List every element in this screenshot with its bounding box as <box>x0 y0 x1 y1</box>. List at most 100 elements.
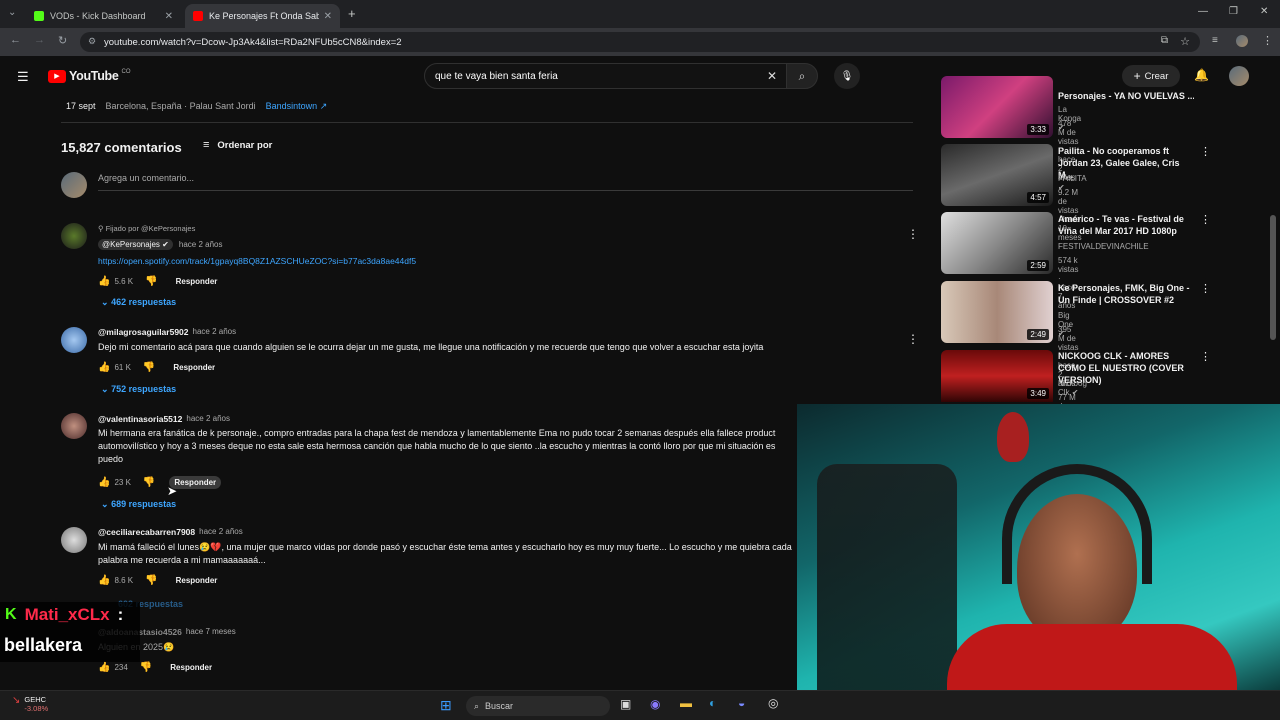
comment-time[interactable]: hace 2 años <box>186 414 230 424</box>
account-avatar[interactable] <box>1229 66 1249 86</box>
notifications-bell-icon[interactable]: 🔔 <box>1194 68 1209 82</box>
video-thumbnail[interactable]: 2:59 <box>941 212 1053 274</box>
taskbar-search[interactable]: ⌕ Buscar <box>466 696 610 716</box>
youtube-play-icon: ▶ <box>48 69 66 83</box>
edge-icon[interactable]: ◐ <box>709 696 716 710</box>
comment-avatar[interactable] <box>61 413 87 439</box>
author-chip[interactable]: @KePersonajes ✔ <box>98 239 173 250</box>
file-explorer-icon[interactable]: ▬ <box>680 696 692 710</box>
video-thumbnail[interactable]: 3:33 <box>941 76 1053 138</box>
like-icon[interactable]: 👍 <box>98 362 110 373</box>
site-info-icon[interactable]: ⚙ <box>88 36 96 47</box>
like-icon[interactable]: 👍 <box>98 477 110 488</box>
reply-button[interactable]: Responder <box>169 476 222 489</box>
maximize-icon[interactable]: ❐ <box>1229 6 1238 17</box>
tab-youtube[interactable]: Ke Personajes Ft Onda Sabane ✕ <box>185 4 340 28</box>
like-icon[interactable]: 👍 <box>98 276 110 287</box>
comment-time[interactable]: hace 2 años <box>193 327 237 337</box>
comment-menu-icon[interactable]: ⋮ <box>907 332 919 346</box>
video-thumbnail[interactable]: 3:49 <box>941 350 1053 402</box>
hamburger-menu-icon[interactable]: ☰ <box>17 69 29 85</box>
install-app-icon[interactable]: ⧉ <box>1161 35 1168 46</box>
voice-search-button[interactable]: 🎙 <box>834 63 860 89</box>
discord-icon[interactable]: ◒ <box>738 696 745 710</box>
new-tab-icon[interactable]: + <box>348 6 356 21</box>
video-menu-icon[interactable]: ⋮ <box>1200 145 1211 158</box>
video-title[interactable]: Personajes - YA NO VUELVAS ... <box>1058 90 1194 102</box>
clear-search-icon[interactable]: ✕ <box>767 69 777 83</box>
comment-author[interactable]: @valentinasoria5512 <box>98 414 182 424</box>
video-title[interactable]: Américo - Te vas - Festival de Viña del … <box>1058 213 1194 237</box>
add-comment-input[interactable]: Agrega un comentario... <box>98 173 913 191</box>
search-input[interactable]: que te vaya bien santa feria ✕ <box>424 63 788 89</box>
dislike-icon[interactable]: 👎 <box>140 662 152 673</box>
create-label: Crear <box>1144 70 1169 82</box>
dislike-icon[interactable]: 👎 <box>145 575 157 586</box>
dislike-icon[interactable]: 👎 <box>143 362 155 373</box>
bookmark-star-icon[interactable]: ☆ <box>1180 35 1190 48</box>
comment-link[interactable]: https://open.spotify.com/track/1gpayq8BQ… <box>98 256 416 266</box>
comment-thread: @milagrosaguilar5902 hace 2 años Dejo mi… <box>61 326 921 396</box>
view-replies-button[interactable]: ⌄ 462 respuestas <box>101 297 176 308</box>
comment-time[interactable]: hace 2 años <box>179 240 223 249</box>
comment-time[interactable]: hace 7 meses <box>186 627 236 637</box>
stock-widget[interactable]: ↘ GEHC -3.08% <box>12 695 48 713</box>
page-scrollbar[interactable] <box>1270 215 1276 340</box>
video-menu-icon[interactable]: ⋮ <box>1200 282 1211 295</box>
comment-author[interactable]: @ceciliarecabarren7908 <box>98 527 195 537</box>
chrome-icon[interactable]: ◎ <box>768 696 778 710</box>
stock-ticker: GEHC <box>24 695 47 704</box>
like-icon[interactable]: 👍 <box>98 662 110 673</box>
like-count: 23 K <box>114 478 131 487</box>
chat-colon: : <box>117 605 124 624</box>
dislike-icon[interactable]: 👎 <box>145 276 157 287</box>
copilot-icon[interactable]: ◉ <box>650 697 660 711</box>
pinned-label: ⚲ Fijado por @KePersonajes <box>98 224 195 233</box>
chevron-down-icon: ⌄ <box>101 384 109 394</box>
profile-avatar[interactable] <box>1236 35 1248 47</box>
view-replies-button[interactable]: ⌄ 752 respuestas <box>101 384 176 395</box>
windows-start-icon[interactable]: ⊞ <box>440 697 452 714</box>
address-bar[interactable]: ⚙ youtube.com/watch?v=Dcow-Jp3Ak4&list=R… <box>80 32 1200 52</box>
view-replies-button[interactable]: ⌄ 689 respuestas <box>101 499 176 510</box>
video-menu-icon[interactable]: ⋮ <box>1200 213 1211 226</box>
video-thumbnail[interactable]: 4:57 <box>941 144 1053 206</box>
comment-avatar[interactable] <box>61 527 87 553</box>
youtube-logo[interactable]: ▶ YouTube CO <box>48 69 131 83</box>
reply-button[interactable]: Responder <box>173 363 215 372</box>
tab-kick[interactable]: VODs - Kick Dashboard ✕ <box>26 4 181 28</box>
extensions-icon[interactable]: ≡ <box>1212 35 1218 46</box>
event-date: 17 sept <box>66 101 96 111</box>
minimize-icon[interactable]: — <box>1198 6 1208 17</box>
reply-button[interactable]: Responder <box>176 576 218 585</box>
comment-avatar[interactable] <box>61 223 87 249</box>
back-icon[interactable]: ← <box>10 34 21 46</box>
chat-user-row: K Mati_xCLx : <box>5 605 123 625</box>
youtube-icon <box>193 11 203 21</box>
create-button[interactable]: + Crear <box>1122 65 1180 87</box>
stock-change: -3.08% <box>24 704 49 713</box>
event-link[interactable]: Bandsintown ↗ <box>266 101 328 112</box>
browser-menu-icon[interactable]: ⋮ <box>1262 34 1273 47</box>
like-icon[interactable]: 👍 <box>98 575 110 586</box>
comment-time[interactable]: hace 2 años <box>199 527 243 537</box>
video-title[interactable]: Ke Personajes, FMK, Big One - Un Finde |… <box>1058 282 1194 306</box>
close-tab-icon[interactable]: ✕ <box>165 11 173 22</box>
reply-button[interactable]: Responder <box>170 663 212 672</box>
comment-menu-icon[interactable]: ⋮ <box>907 227 919 241</box>
tab-search-icon[interactable]: ⌄ <box>8 7 16 18</box>
forward-icon[interactable]: → <box>34 34 45 46</box>
reply-button[interactable]: Responder <box>176 277 218 286</box>
dislike-icon[interactable]: 👎 <box>143 477 155 488</box>
video-menu-icon[interactable]: ⋮ <box>1200 350 1211 363</box>
search-button[interactable]: ⌕ <box>786 63 818 89</box>
sort-button[interactable]: ≡ Ordenar por <box>203 139 272 151</box>
video-channel[interactable]: FESTIVALDEVINACHILE <box>1058 242 1149 251</box>
comment-avatar[interactable] <box>61 327 87 353</box>
reload-icon[interactable]: ↻ <box>58 34 67 47</box>
video-thumbnail[interactable]: 2:49 <box>941 281 1053 343</box>
close-window-icon[interactable]: ✕ <box>1260 6 1268 17</box>
task-view-icon[interactable]: ▣ <box>620 697 631 711</box>
close-tab-icon[interactable]: ✕ <box>324 11 332 22</box>
comment-author[interactable]: @milagrosaguilar5902 <box>98 327 189 337</box>
